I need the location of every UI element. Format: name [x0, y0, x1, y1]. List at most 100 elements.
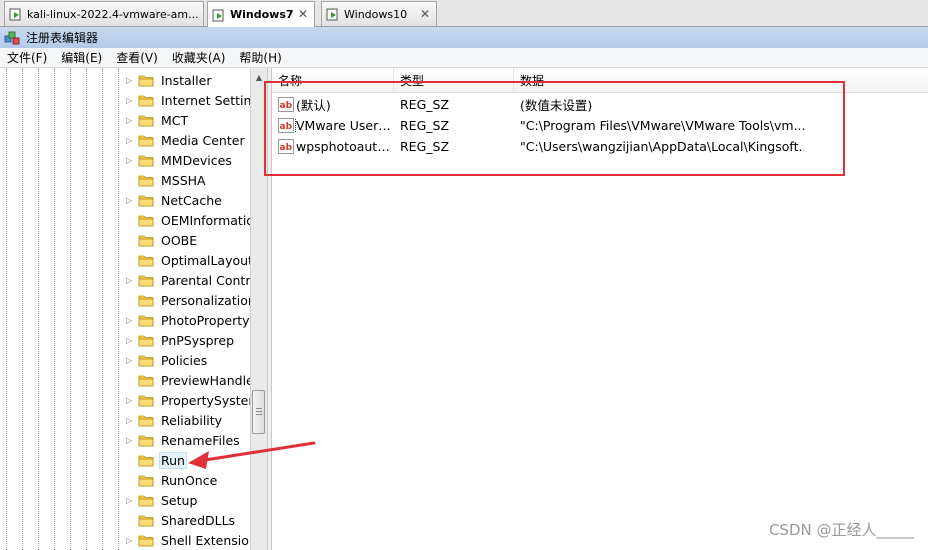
tree-item[interactable]: ▷ Installer: [126, 70, 213, 90]
value-name: wpsphotoauto...: [296, 139, 394, 154]
string-value-icon: ab: [278, 139, 294, 154]
tab-label: kali-linux-2022.4-vmware-am...: [27, 7, 199, 21]
expand-arrow-icon[interactable]: ▷: [126, 436, 135, 445]
expand-arrow-icon[interactable]: ▷: [126, 356, 135, 365]
tree-item[interactable]: ▷ Policies: [126, 350, 209, 370]
folder-icon: [138, 115, 154, 126]
svg-text:ab: ab: [280, 122, 293, 132]
column-header-type[interactable]: 类型: [394, 68, 514, 93]
vm-icon: [212, 9, 224, 21]
tab-kali-linux[interactable]: kali-linux-2022.4-vmware-am...: [4, 1, 204, 26]
menu-edit[interactable]: 编辑(E): [54, 49, 109, 66]
tree-item[interactable]: ▷ MCT: [126, 110, 190, 130]
expand-arrow-icon[interactable]: ▷: [126, 316, 135, 325]
tree-item-label: NetCache: [161, 192, 222, 208]
registry-editor-icon: [4, 31, 20, 44]
tree-item[interactable]: ▷ PropertySystem: [126, 390, 250, 410]
folder-icon: [138, 495, 154, 506]
tree-item[interactable]: ▷ Parental Controls: [126, 270, 250, 290]
value-type: REG_SZ: [400, 97, 450, 112]
scroll-up-icon[interactable]: ▲: [251, 70, 267, 86]
expand-arrow-icon[interactable]: ▷: [126, 396, 135, 405]
menu-help[interactable]: 帮助(H): [232, 49, 288, 66]
tree-item-label: Run: [159, 451, 187, 469]
folder-icon: [138, 135, 154, 146]
tree-item[interactable]: Run: [126, 450, 187, 470]
values-list[interactable]: 名称 类型 数据 ab (默认) REG_SZ (数值未设置) ab VMware Use…: [272, 68, 928, 550]
window-title: 注册表编辑器: [26, 31, 99, 45]
folder-icon: [138, 455, 154, 466]
tree-item[interactable]: RunOnce: [126, 470, 219, 490]
tree-item[interactable]: ▷ MMDevices: [126, 150, 234, 170]
tree-guide-line: [102, 68, 103, 550]
folder-icon: [138, 315, 154, 326]
expand-arrow-icon[interactable]: ▷: [126, 496, 135, 505]
folder-icon: [138, 475, 154, 486]
tab-windows7[interactable]: Windows7 ✕: [207, 1, 315, 27]
tree-item[interactable]: PreviewHandlers: [126, 370, 250, 390]
tree-scrollbar[interactable]: ▲: [250, 68, 267, 550]
tab-windows10[interactable]: Windows10 ✕: [321, 1, 437, 26]
list-item[interactable]: ab (默认) REG_SZ (数值未设置): [272, 94, 928, 115]
expand-arrow-icon[interactable]: ▷: [126, 116, 135, 125]
list-item[interactable]: ab wpsphotoauto... REG_SZ "C:\Users\wangzij…: [272, 136, 928, 157]
svg-text:ab: ab: [280, 101, 293, 111]
folder-icon: [138, 215, 154, 226]
menu-favorites[interactable]: 收藏夹(A): [165, 49, 233, 66]
folder-icon: [138, 175, 154, 186]
tree-item[interactable]: ▷ NetCache: [126, 190, 224, 210]
close-icon[interactable]: ✕: [420, 7, 430, 21]
expand-arrow-icon[interactable]: ▷: [126, 156, 135, 165]
tree-item-label: Setup: [161, 492, 198, 508]
tree-item-label: SharedDLLs: [161, 512, 236, 528]
tree-guide-line: [22, 68, 23, 550]
tree-item[interactable]: SharedDLLs: [126, 510, 237, 530]
tree-item[interactable]: ▷ Media Center: [126, 130, 247, 150]
folder-icon: [138, 335, 154, 346]
registry-tree[interactable]: ▷ Installer ▷ Internet Settings ▷ MCT ▷ Media C…: [0, 68, 250, 550]
tree-item[interactable]: MSSHA: [126, 170, 208, 190]
expand-arrow-icon[interactable]: ▷: [126, 96, 135, 105]
tree-item-label: MMDevices: [161, 152, 232, 168]
tree-item[interactable]: ▷ Setup: [126, 490, 199, 510]
tree-item-label: OEMInformation: [161, 212, 250, 228]
tree-item[interactable]: Personalization: [126, 290, 250, 310]
expand-arrow-icon[interactable]: ▷: [126, 136, 135, 145]
tree-item[interactable]: ▷ PnPSysprep: [126, 330, 236, 350]
value-type: REG_SZ: [400, 118, 450, 133]
tree-item-label: PhotoPropertyHandler: [161, 312, 250, 328]
tree-item[interactable]: OptimalLayout: [126, 250, 250, 270]
folder-icon: [138, 355, 154, 366]
tree-item[interactable]: ▷ RenameFiles: [126, 430, 242, 450]
value-name: (默认): [296, 98, 331, 113]
tree-item[interactable]: OEMInformation: [126, 210, 250, 230]
tree-item-label: Installer: [161, 72, 212, 88]
column-header-name[interactable]: 名称: [272, 68, 394, 93]
tree-item[interactable]: ▷ Internet Settings: [126, 90, 250, 110]
tree-item[interactable]: ▷ PhotoPropertyHandler: [126, 310, 250, 330]
tree-item-label: Media Center: [161, 132, 245, 148]
close-icon[interactable]: ✕: [298, 7, 308, 21]
folder-icon: [138, 435, 154, 446]
tree-item[interactable]: ▷ Shell Extensions: [126, 530, 250, 550]
tree-item[interactable]: OOBE: [126, 230, 199, 250]
tree-item-label: OOBE: [161, 232, 198, 248]
vm-tab-bar: kali-linux-2022.4-vmware-am... Windows7 …: [0, 0, 928, 27]
expand-arrow-icon[interactable]: ▷: [126, 336, 135, 345]
tree-guide-line: [118, 68, 119, 550]
tree-item-label: Policies: [161, 352, 208, 368]
menu-file[interactable]: 文件(F): [0, 49, 54, 66]
expand-arrow-icon[interactable]: ▷: [126, 76, 135, 85]
tree-item[interactable]: ▷ Reliability: [126, 410, 224, 430]
expand-arrow-icon[interactable]: ▷: [126, 276, 135, 285]
list-item[interactable]: ab VMware User ... REG_SZ "C:\Program Files…: [272, 115, 928, 136]
menu-view[interactable]: 查看(V): [109, 49, 165, 66]
expand-arrow-icon[interactable]: ▷: [126, 196, 135, 205]
scrollbar-thumb[interactable]: [252, 390, 265, 434]
folder-icon: [138, 75, 154, 86]
expand-arrow-icon[interactable]: ▷: [126, 536, 135, 545]
column-header-data[interactable]: 数据: [514, 68, 928, 93]
folder-icon: [138, 295, 154, 306]
value-name: VMware User ...: [295, 118, 394, 133]
expand-arrow-icon[interactable]: ▷: [126, 416, 135, 425]
